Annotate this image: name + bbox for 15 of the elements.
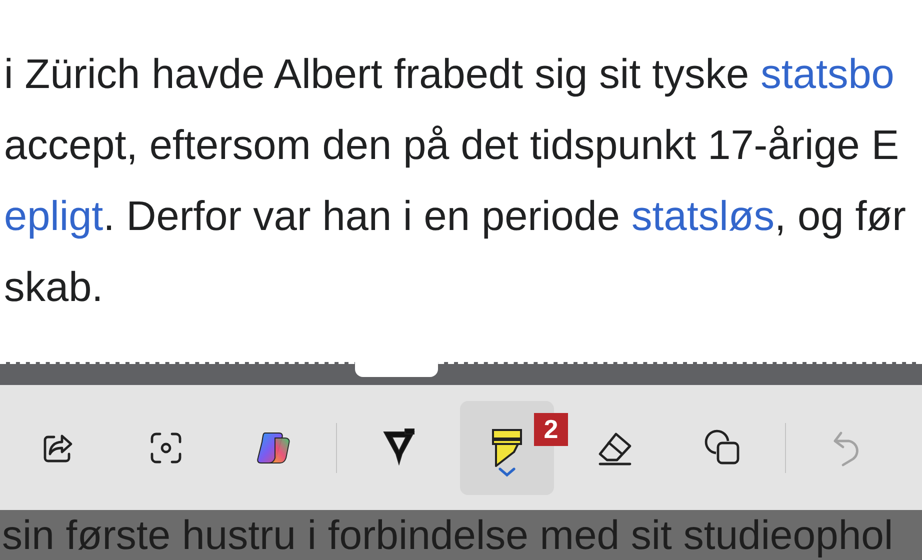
background-text: sin første hustru i forbindelse med sit studieophol — [1, 512, 894, 558]
paragraph-line: accept, eftersom den på det tidspunkt 17-årige E — [4, 120, 900, 170]
pen-icon — [382, 428, 416, 468]
paragraph-line: epligt. Derfor var han i en periode statsløs, og før — [4, 191, 906, 241]
number-badge: 2 — [534, 412, 568, 446]
highlighter-icon — [490, 428, 524, 468]
screen-capture-icon — [149, 430, 183, 464]
text-link[interactable]: statsløs — [631, 192, 774, 239]
chevron-down-icon[interactable] — [498, 467, 516, 478]
text-link[interactable]: statsbo — [760, 50, 894, 97]
shapes-icon — [704, 428, 742, 466]
paragraph-line: i Zürich havde Albert frabedt sig sit tyske statsbo — [4, 49, 894, 99]
resize-handle[interactable] — [355, 362, 438, 377]
paragraph-line: skab. — [4, 262, 104, 312]
text-link[interactable]: epligt — [4, 192, 104, 239]
